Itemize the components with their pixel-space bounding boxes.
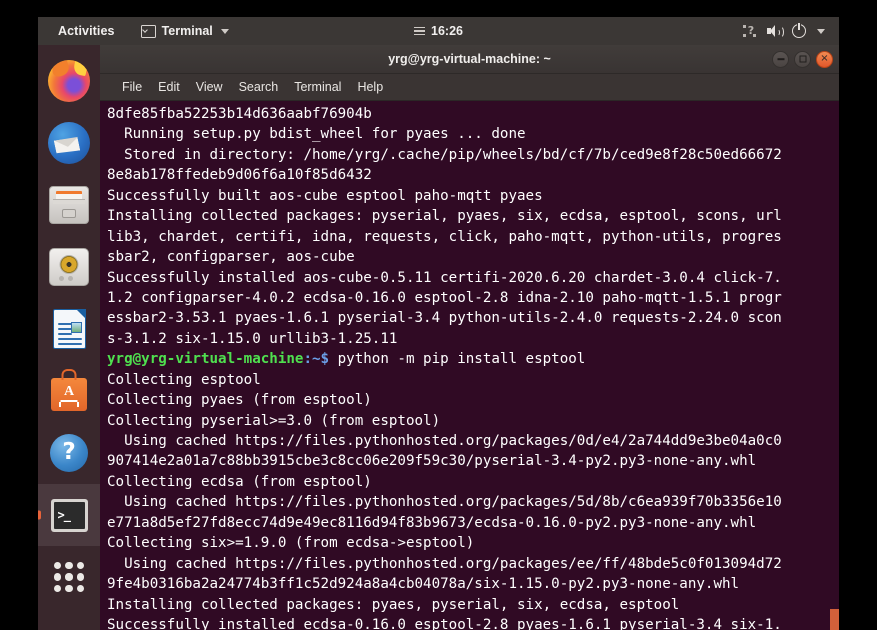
chevron-down-icon <box>220 28 229 34</box>
dock-item-thunderbird[interactable] <box>38 112 100 174</box>
terminal-line: Using cached https://files.pythonhosted.… <box>107 433 782 449</box>
window-buttons: × <box>772 45 833 73</box>
terminal-line: Stored in directory: /home/yrg/.cache/pi… <box>107 146 782 163</box>
dock-item-files[interactable] <box>38 174 100 236</box>
terminal-line: Successfully built aos-cube esptool paho… <box>107 187 543 204</box>
window-titlebar[interactable]: yrg@yrg-virtual-machine: ~ × <box>100 45 839 74</box>
top-bar-left: Activities Terminal <box>38 21 235 41</box>
terminal-line: Successfully installed ecdsa-0.16.0 espt… <box>107 616 782 630</box>
terminal-line: Collecting ecdsa (from esptool) <box>107 473 372 490</box>
terminal-line: Using cached https://files.pythonhosted.… <box>107 555 782 572</box>
menu-file[interactable]: File <box>114 78 150 96</box>
terminal-line: 9fe4b0316ba2a24774b3ff1c52d924a8a4cb0407… <box>107 576 740 593</box>
terminal-line: Collecting pyserial>=3.0 (from esptool) <box>107 412 441 429</box>
firefox-icon <box>48 60 90 102</box>
terminal-prompt-line: yrg@yrg-virtual-machine:~$ python -m pip… <box>107 349 831 369</box>
ubuntu-dock: A ? >_ <box>38 45 100 630</box>
terminal-line: lib3, chardet, certifi, idna, requests, … <box>107 228 782 245</box>
app-menu-label: Terminal <box>161 24 213 38</box>
menu-view[interactable]: View <box>188 78 231 96</box>
terminal-line: 8e8ab178ffedeb9d06f6a10f85d6432 <box>107 167 372 184</box>
screen-right-gutter <box>839 0 877 630</box>
terminal-line: Successfully installed aos-cube-0.5.11 c… <box>107 269 782 286</box>
terminal-line: Collecting pyaes (from esptool) <box>107 392 372 409</box>
power-icon[interactable] <box>792 22 806 38</box>
maximize-button[interactable] <box>794 50 811 68</box>
terminal-line: Running setup.py bdist_wheel for pyaes .… <box>107 126 526 143</box>
terminal-window: yrg@yrg-virtual-machine: ~ × File Edit V… <box>100 45 839 630</box>
terminal-scrollbar[interactable] <box>830 609 839 630</box>
terminal-command: python -m pip install esptool <box>329 351 586 368</box>
menu-help[interactable]: Help <box>349 78 391 96</box>
thunderbird-icon <box>48 122 90 164</box>
clock-label: 16:26 <box>431 24 463 38</box>
menu-search[interactable]: Search <box>231 78 287 96</box>
help-icon: ? <box>50 434 88 472</box>
app-menu-button[interactable]: Terminal <box>135 21 235 41</box>
terminal-line: sbar2, configparser, aos-cube <box>107 249 355 266</box>
gnome-top-bar: Activities Terminal 16:26 <box>38 17 839 45</box>
ubuntu-software-icon: A <box>51 369 87 411</box>
close-button[interactable]: × <box>816 50 833 68</box>
terminal-line: Installing collected packages: pyserial,… <box>107 208 782 225</box>
terminal-line: Collecting esptool <box>107 371 261 388</box>
desktop-screenshot: A ? >_ yrg@yrg-virtual-machine: ~ × File… <box>0 0 877 630</box>
terminal-line: Using cached https://files.pythonhosted.… <box>107 494 782 511</box>
accessibility-icon[interactable] <box>743 24 758 38</box>
chevron-down-icon[interactable] <box>817 28 825 34</box>
files-icon <box>49 186 89 224</box>
terminal-line: 907414e2a01a7c88bb3915cbe3c8cc06e209f59c… <box>107 453 757 470</box>
rhythmbox-icon <box>49 248 89 286</box>
volume-icon[interactable] <box>767 24 784 38</box>
prompt-path: :~$ <box>303 351 330 368</box>
dock-item-rhythmbox[interactable] <box>38 236 100 298</box>
dock-item-terminal[interactable]: >_ <box>38 484 100 546</box>
terminal-line: essbar2-3.53.1 pyaes-1.6.1 pyserial-3.4 … <box>107 310 782 327</box>
libreoffice-writer-icon <box>52 308 86 349</box>
menu-terminal[interactable]: Terminal <box>286 78 349 96</box>
dock-item-ubuntu-software[interactable]: A <box>38 360 100 422</box>
hamburger-icon <box>414 26 425 36</box>
terminal-icon <box>140 24 156 38</box>
dock-item-help[interactable]: ? <box>38 422 100 484</box>
terminal-line: e771a8d5ef27fd8ecc74d9e49ec8116d94f83b96… <box>107 514 757 531</box>
terminal-body[interactable]: 8dfe85fba52253b14d636aabf76904b Running … <box>100 101 839 630</box>
menu-edit[interactable]: Edit <box>150 78 188 96</box>
dock-item-libreoffice-writer[interactable] <box>38 298 100 360</box>
terminal-line: 8dfe85fba52253b14d636aabf76904b <box>107 106 372 122</box>
terminal-line: s-3.1.2 six-1.15.0 urllib3-1.25.11 <box>107 330 398 347</box>
terminal-line: Installing collected packages: pyaes, py… <box>107 596 680 613</box>
clock-button[interactable]: 16:26 <box>408 21 469 41</box>
terminal-line: Collecting six>=1.9.0 (from ecdsa->espto… <box>107 535 475 552</box>
dock-item-firefox[interactable] <box>38 50 100 112</box>
screen-left-gutter <box>0 0 38 630</box>
minimize-button[interactable] <box>772 50 789 68</box>
dock-item-show-applications[interactable] <box>38 546 100 608</box>
terminal-output: 8dfe85fba52253b14d636aabf76904b Running … <box>107 104 831 630</box>
terminal-menubar: File Edit View Search Terminal Help <box>100 74 839 101</box>
terminal-icon: >_ <box>50 498 88 532</box>
terminal-line: 1.2 configparser-4.0.2 ecdsa-0.16.0 espt… <box>107 289 782 306</box>
show-applications-icon <box>54 562 84 592</box>
activities-button[interactable]: Activities <box>52 21 121 41</box>
screen-top-gutter <box>0 0 877 17</box>
top-bar-status-area[interactable] <box>743 22 839 38</box>
prompt-user: yrg@yrg-virtual-machine <box>107 351 304 368</box>
window-title: yrg@yrg-virtual-machine: ~ <box>388 52 551 66</box>
